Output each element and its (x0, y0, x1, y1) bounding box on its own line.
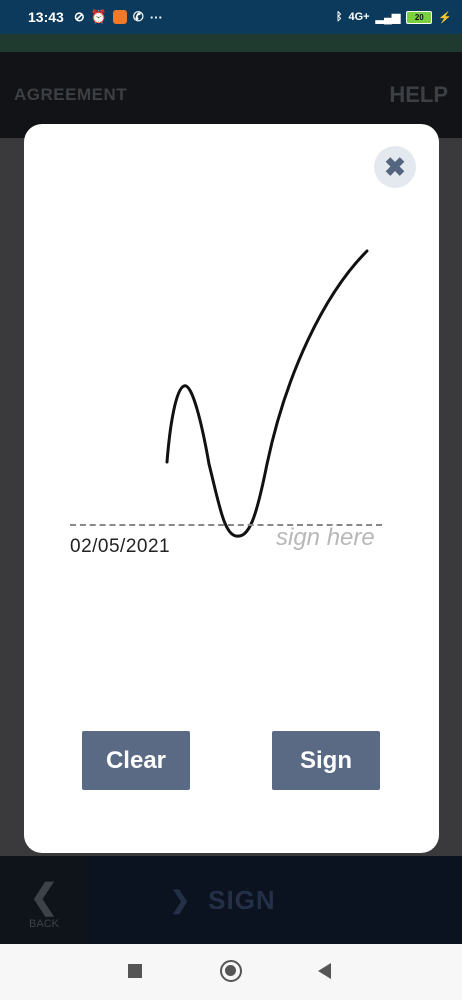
home-icon[interactable] (220, 960, 242, 982)
app-footer: ❮ BACK ❯ SIGN (0, 856, 462, 944)
close-button[interactable]: ✖ (374, 146, 416, 188)
bluetooth-icon: ᛒ (335, 11, 343, 23)
help-button[interactable]: HELP (389, 82, 448, 108)
status-notification-icons: ⊘ ⏰ ✆ ··· (74, 9, 163, 25)
footer-sign-button[interactable]: ❯ SIGN (170, 856, 276, 944)
back-button[interactable]: ❮ BACK (0, 856, 88, 944)
navigation-bar (0, 944, 462, 1000)
back-icon[interactable] (318, 963, 331, 979)
app-notification-icon (112, 10, 127, 24)
signal-icon: ▂▄▆ (375, 11, 401, 24)
chevron-right-icon: ❯ (170, 886, 191, 914)
battery-icon: 20 (406, 10, 433, 24)
charging-icon: ⚡ (438, 11, 452, 24)
status-system-icons: ᛒ 4G+ ▂▄▆ 20 ⚡ (335, 10, 452, 24)
signature-modal: ✖ 02/05/2021 sign here Clear Sign (24, 124, 439, 853)
status-time: 13:43 (28, 9, 64, 25)
sign-button[interactable]: Sign (272, 731, 380, 790)
more-icon: ··· (149, 9, 163, 25)
signature-date: 02/05/2021 (70, 536, 171, 557)
network-type: 4G+ (348, 11, 370, 23)
footer-sign-label: SIGN (208, 884, 276, 915)
sign-here-hint: sign here (276, 524, 375, 551)
app-top-strip (0, 34, 462, 52)
page-title: AGREEMENT (14, 85, 128, 104)
alarm-icon: ⏰ (90, 9, 107, 24)
notification-off-icon: ⊘ (73, 9, 85, 24)
chevron-left-icon: ❮ (29, 878, 59, 916)
recent-apps-icon[interactable] (128, 964, 142, 978)
viber-icon: ✆ (132, 9, 144, 24)
close-icon: ✖ (384, 151, 406, 182)
back-label: BACK (29, 918, 59, 930)
signature-stroke (165, 249, 369, 538)
status-bar: 13:43 ⊘ ⏰ ✆ ··· ᛒ 4G+ ▂▄▆ 20 ⚡ (0, 0, 462, 34)
clear-button[interactable]: Clear (82, 731, 190, 790)
